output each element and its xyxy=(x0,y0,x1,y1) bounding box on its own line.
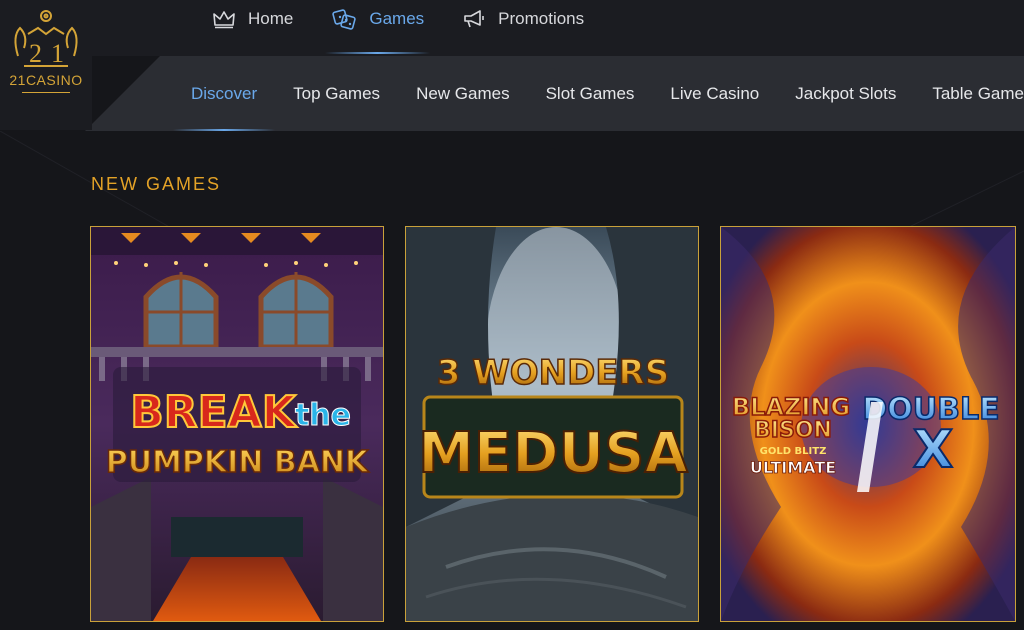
game-title-line2: BISON xyxy=(754,418,832,443)
sub-nav: Discover Top Games New Games Slot Games … xyxy=(172,56,1024,131)
site-logo[interactable]: 2 1 21CASINO xyxy=(0,0,92,130)
game-title-line6: X xyxy=(913,420,953,480)
nav-games-label: Games xyxy=(369,9,425,28)
logo-text: 21CASINO xyxy=(9,72,83,88)
game-tile-3-wonders-medusa[interactable]: 3 WONDERS MEDUSA xyxy=(405,226,699,622)
game-title-line2: MEDUSA xyxy=(418,421,688,486)
svg-text:1: 1 xyxy=(51,39,64,68)
tab-jackpot-slots[interactable]: Jackpot Slots xyxy=(795,84,896,104)
game-thumbnail: 3 WONDERS MEDUSA xyxy=(406,227,698,621)
game-title-line1: BLAZING xyxy=(732,393,850,421)
game-tile-blazing-bison-double-x[interactable]: BLAZING BISON GOLD BLITZ ULTIMATE DOUBLE… xyxy=(720,226,1016,622)
nav-home-label: Home xyxy=(248,9,294,28)
crown-logo-icon: 2 1 xyxy=(14,10,78,68)
nav-promotions[interactable]: Promotions xyxy=(462,0,584,38)
tab-slot-games[interactable]: Slot Games xyxy=(546,84,635,104)
logo-underline xyxy=(22,92,70,93)
nav-games[interactable]: Games xyxy=(325,0,430,54)
tab-table-games[interactable]: Table Games xyxy=(932,84,1024,104)
tab-live-casino[interactable]: Live Casino xyxy=(670,84,759,104)
tab-discover[interactable]: Discover xyxy=(172,84,276,131)
game-title-line3: GOLD BLITZ xyxy=(760,446,827,457)
game-title-line1: 3 WONDERS xyxy=(437,353,669,393)
game-title-line4: ULTIMATE xyxy=(750,458,836,477)
section-title: NEW GAMES xyxy=(91,174,222,194)
game-tile-break-the-pumpkin-bank[interactable]: BREAK the PUMPKIN BANK xyxy=(90,226,384,622)
tab-new-games[interactable]: New Games xyxy=(416,84,510,104)
nav-home[interactable]: Home xyxy=(212,0,293,38)
game-thumbnail: BLAZING BISON GOLD BLITZ ULTIMATE DOUBLE… xyxy=(721,227,1015,621)
game-thumbnail: BREAK the PUMPKIN BANK xyxy=(91,227,383,621)
main-nav: Home Games Promotions xyxy=(212,0,622,56)
dice-icon xyxy=(332,9,357,30)
game-title-line1: BREAK xyxy=(130,387,298,438)
nav-promotions-label: Promotions xyxy=(498,9,585,28)
megaphone-icon xyxy=(464,10,484,28)
game-title-line3: PUMPKIN BANK xyxy=(106,445,370,480)
game-title-line2: the xyxy=(295,398,351,433)
svg-text:2: 2 xyxy=(29,39,42,68)
tab-top-games[interactable]: Top Games xyxy=(293,84,380,104)
crown-icon xyxy=(213,11,235,29)
